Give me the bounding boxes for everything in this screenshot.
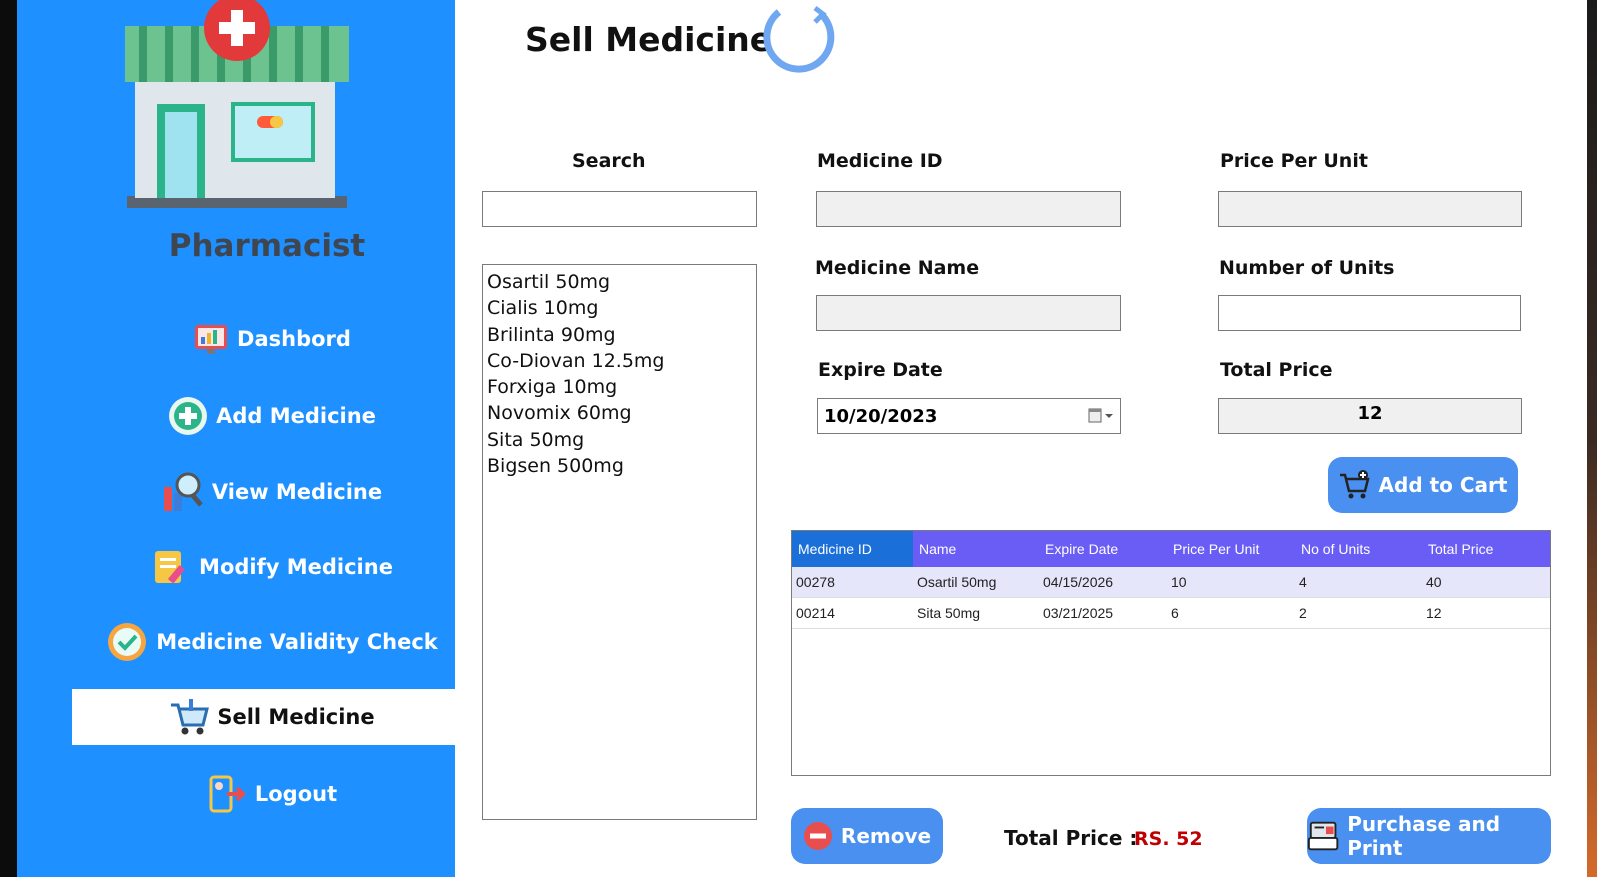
search-label: Search — [572, 150, 646, 172]
edit-note-icon — [155, 551, 185, 584]
units-field[interactable] — [1218, 295, 1521, 331]
table-cell: 00214 — [792, 597, 913, 629]
table-cell: 03/21/2025 — [1039, 597, 1167, 629]
column-header[interactable]: Name — [913, 531, 1039, 567]
nav-label: Modify Medicine — [199, 555, 393, 579]
footer-total-label: Total Price : — [1004, 826, 1138, 850]
add-cart-icon — [1339, 470, 1370, 499]
brand-title: Pharmacist — [168, 228, 366, 264]
magnifier-icon — [163, 472, 203, 511]
medicine-name-label: Medicine Name — [815, 257, 980, 279]
table-cell: 12 — [1422, 597, 1550, 629]
table-header-row: Medicine ID Name Expire Date Price Per U… — [792, 531, 1550, 567]
nav-label: Logout — [254, 782, 338, 806]
list-item[interactable]: Cialis 10mg — [487, 295, 752, 321]
purchase-print-button[interactable]: Purchase and Print — [1307, 808, 1551, 864]
add-circle-icon — [169, 397, 208, 435]
check-badge-icon — [108, 623, 147, 661]
table-row[interactable]: 00214 Sita 50mg 03/21/2025 6 2 12 — [792, 597, 1550, 629]
nav-label: Medicine Validity Check — [156, 630, 438, 654]
price-per-unit-label: Price Per Unit — [1220, 150, 1368, 172]
total-price-field[interactable]: 12 — [1218, 398, 1522, 434]
purchase-print-label: Purchase and Print — [1347, 812, 1501, 860]
nav-modify-medicine[interactable]: Modify Medicine — [72, 539, 472, 595]
medicine-id-label: Medicine ID — [817, 150, 943, 172]
dashboard-icon — [195, 325, 228, 354]
units-label: Number of Units — [1219, 257, 1395, 279]
background-strip — [1587, 0, 1597, 877]
table-cell: 2 — [1295, 597, 1422, 629]
table-cell: 40 — [1422, 567, 1550, 598]
nav-add-medicine[interactable]: Add Medicine — [72, 388, 472, 444]
footer-total-value: RS. 52 — [1134, 828, 1203, 850]
add-to-cart-button[interactable]: Add to Cart — [1328, 457, 1518, 513]
calendar-dropdown-icon[interactable] — [1088, 408, 1114, 424]
table-cell: Osartil 50mg — [913, 567, 1039, 598]
add-to-cart-label: Add to Cart — [1378, 473, 1508, 497]
medicine-id-field[interactable] — [816, 191, 1121, 227]
expire-date-value: 10/20/2023 — [824, 405, 938, 427]
print-receipt-icon — [1307, 821, 1339, 851]
medicine-name-field[interactable] — [816, 295, 1121, 331]
cart-icon — [171, 699, 210, 735]
column-header[interactable]: No of Units — [1295, 531, 1422, 567]
medicine-listbox[interactable]: Osartil 50mg Cialis 10mg Brilinta 90mg C… — [482, 264, 757, 820]
nav-label: Add Medicine — [216, 404, 376, 428]
table-row[interactable]: 00278 Osartil 50mg 04/15/2026 10 4 40 — [792, 567, 1550, 598]
expire-date-label: Expire Date — [818, 359, 943, 381]
nav-label: Sell Medicine — [217, 705, 375, 729]
column-header[interactable]: Medicine ID — [792, 531, 913, 567]
table-cell: 10 — [1167, 567, 1295, 598]
sidebar: Pharmacist Dashbord Add Medicine View Me… — [17, 0, 472, 877]
list-item[interactable]: Sita 50mg — [487, 427, 752, 453]
price-per-unit-field[interactable] — [1218, 191, 1522, 227]
list-item[interactable]: Bigsen 500mg — [487, 453, 752, 479]
remove-icon — [803, 822, 832, 850]
table-cell: 04/15/2026 — [1039, 567, 1167, 598]
search-input[interactable] — [482, 191, 757, 227]
table-cell: 4 — [1295, 567, 1422, 598]
nav-validity-check[interactable]: Medicine Validity Check — [72, 614, 472, 670]
remove-button[interactable]: Remove — [791, 808, 943, 864]
nav-dashboard[interactable]: Dashbord — [72, 311, 472, 367]
nav-logout[interactable]: Logout — [72, 766, 472, 822]
column-header[interactable]: Total Price — [1422, 531, 1550, 567]
pharmacy-logo-icon — [125, 0, 349, 208]
loading-spinner-icon — [763, 6, 835, 73]
list-item[interactable]: Brilinta 90mg — [487, 322, 752, 348]
list-item[interactable]: Osartil 50mg — [487, 269, 752, 295]
total-price-label: Total Price — [1220, 359, 1333, 381]
logout-icon — [209, 775, 246, 813]
list-item[interactable]: Novomix 60mg — [487, 400, 752, 426]
expire-date-picker[interactable]: 10/20/2023 — [817, 398, 1121, 434]
remove-label: Remove — [840, 824, 932, 848]
nav-view-medicine[interactable]: View Medicine — [72, 464, 472, 520]
nav-label: Dashbord — [237, 327, 351, 351]
table-cell: 00278 — [792, 567, 913, 598]
column-header[interactable]: Price Per Unit — [1167, 531, 1295, 567]
nav-label: View Medicine — [211, 480, 383, 504]
column-header[interactable]: Expire Date — [1039, 531, 1167, 567]
table-cell: Sita 50mg — [913, 597, 1039, 629]
list-item[interactable]: Co-Diovan 12.5mg — [487, 348, 752, 374]
list-item[interactable]: Forxiga 10mg — [487, 374, 752, 400]
page-title: Sell Medicine — [525, 20, 773, 59]
cart-table[interactable]: Medicine ID Name Expire Date Price Per U… — [791, 530, 1551, 776]
nav-sell-medicine[interactable]: Sell Medicine — [72, 689, 472, 745]
table-cell: 6 — [1167, 597, 1295, 629]
